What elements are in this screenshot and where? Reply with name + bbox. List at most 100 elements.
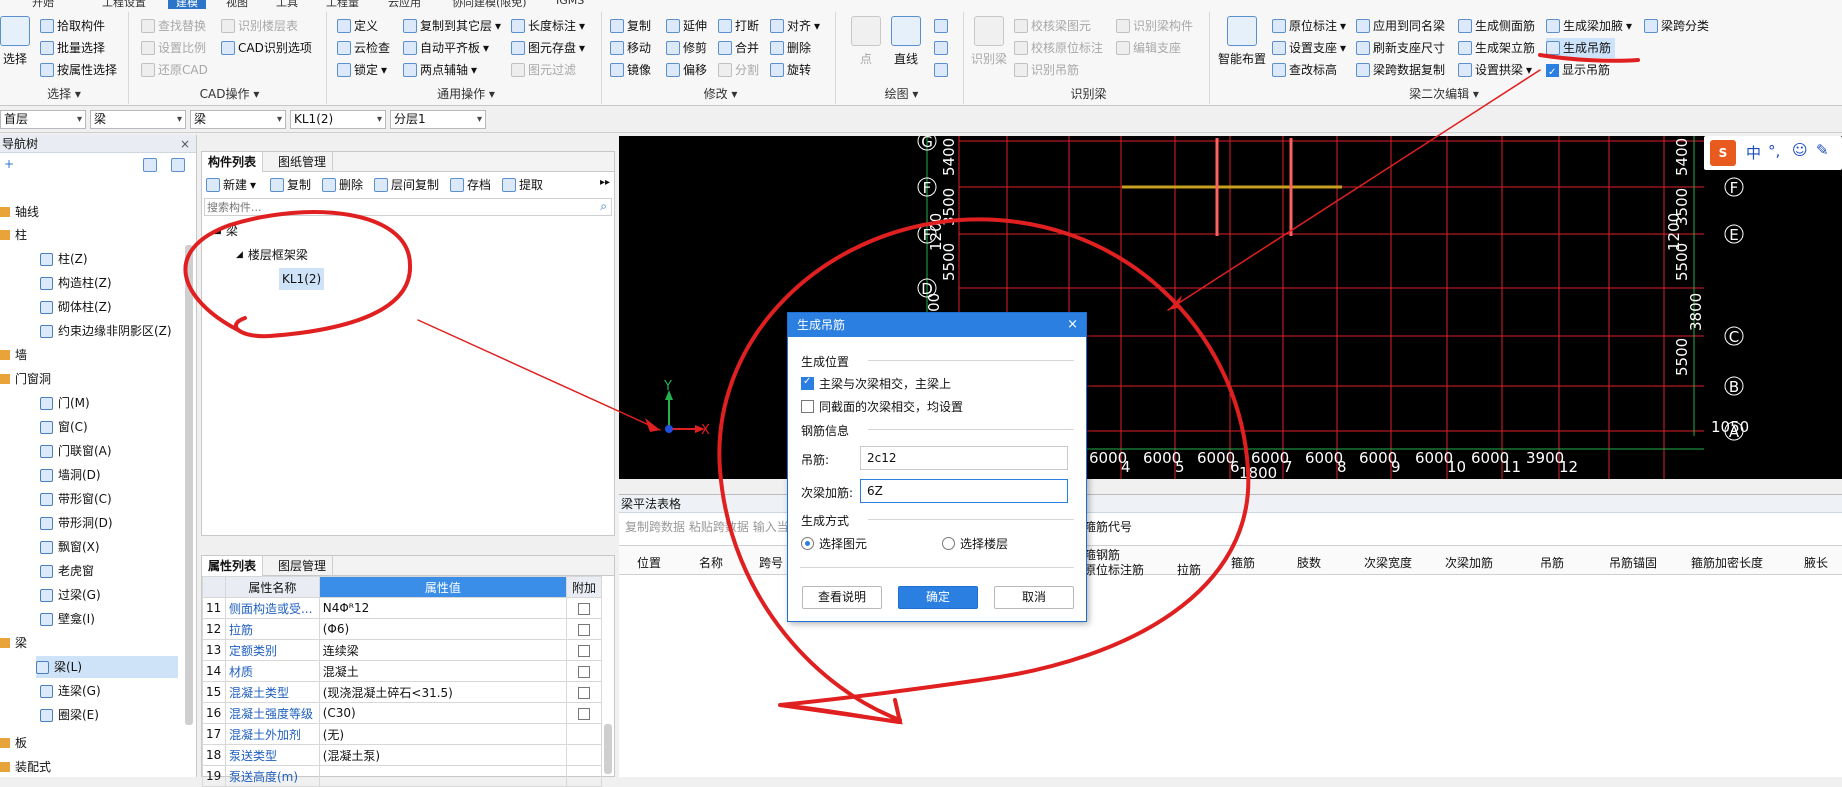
select-by-property-button[interactable]: 按属性选择 xyxy=(40,60,117,80)
arc-button[interactable] xyxy=(934,16,948,36)
tab-quantity[interactable]: 工程量 xyxy=(326,0,359,9)
attach-checkbox[interactable] xyxy=(577,644,590,657)
offset-button[interactable]: 偏移 xyxy=(666,60,707,80)
checkbox-main-secondary[interactable]: 主梁与次梁相交，主梁上 xyxy=(801,375,951,392)
generate-haunch-button[interactable]: 生成梁加腋 ▾ xyxy=(1546,16,1632,36)
point-button[interactable]: 点 xyxy=(848,16,884,67)
nav-item-strip-window[interactable]: 带形窗(C) xyxy=(40,488,112,510)
nav-group-prefab[interactable]: 装配式 xyxy=(0,756,51,778)
attach-checkbox[interactable] xyxy=(577,665,590,678)
element-filter-button[interactable]: 图元过滤 xyxy=(511,60,576,80)
set-support-button[interactable]: 设置支座 ▾ xyxy=(1272,38,1346,58)
pick-component-button[interactable]: 拾取构件 xyxy=(40,16,105,36)
attach-checkbox[interactable] xyxy=(577,707,590,720)
tab-project-settings[interactable]: 工程设置 xyxy=(102,0,146,9)
nav-item-boundary-zone[interactable]: 约束边缘非阴影区(Z) xyxy=(40,320,172,342)
two-point-axis-button[interactable]: 两点辅轴 ▾ xyxy=(403,60,477,80)
copy-to-other-floor-button[interactable]: 复制到其它层 ▾ xyxy=(403,16,501,36)
tab-start[interactable]: 开始 xyxy=(32,0,54,9)
archive-button[interactable]: 存档 xyxy=(450,175,491,195)
attach-checkbox[interactable] xyxy=(577,686,590,699)
attach-checkbox[interactable] xyxy=(577,623,590,636)
tab-property-list[interactable]: 属性列表 xyxy=(202,556,264,576)
tree-node-beam[interactable]: ◢ 梁 xyxy=(214,220,238,242)
punctuation-icon[interactable]: °, xyxy=(1768,142,1780,160)
trim-button[interactable]: 修剪 xyxy=(666,38,707,58)
view-help-button[interactable]: 查看说明 xyxy=(802,586,882,609)
generate-side-rebar-button[interactable]: 生成侧面筋 xyxy=(1458,16,1535,36)
nav-item-door-window[interactable]: 门联窗(A) xyxy=(40,440,112,462)
circle-button[interactable] xyxy=(934,38,948,58)
nav-group-axis[interactable]: 轴线 xyxy=(0,201,39,223)
save-element-button[interactable]: 图元存盘 ▾ xyxy=(511,38,585,58)
tab-view[interactable]: 视图 xyxy=(226,0,248,9)
set-scale-button[interactable]: 设置比例 xyxy=(141,38,206,58)
batch-select-button[interactable]: 批量选择 xyxy=(40,38,105,58)
nav-item-masonry-column[interactable]: 砌体柱(Z) xyxy=(40,296,112,318)
category-select[interactable]: 梁 xyxy=(90,110,186,129)
radio-select-floor[interactable]: 选择楼层 xyxy=(942,535,1008,552)
nav-scrollbar[interactable] xyxy=(185,245,193,725)
copy-component-button[interactable]: 复制 xyxy=(270,175,311,195)
recognize-hanger-button[interactable]: 识别吊筋 xyxy=(1014,60,1079,80)
nav-group-column[interactable]: 柱 xyxy=(0,224,27,246)
type-select[interactable]: 梁 xyxy=(190,110,286,129)
tab-layer-mgmt[interactable]: 图层管理 xyxy=(272,556,334,576)
nav-item-dormer[interactable]: 老虎窗 xyxy=(40,560,94,582)
show-hanger-toggle[interactable]: 显示吊筋 xyxy=(1546,60,1610,83)
tab-modeling[interactable]: 建模 xyxy=(168,0,206,9)
copy-button[interactable]: 复制 xyxy=(610,16,651,36)
split-button[interactable]: 分割 xyxy=(718,60,759,80)
nav-item-ring-beam[interactable]: 圈梁(E) xyxy=(40,704,99,726)
checkbox-same-section[interactable]: 同截面的次梁相交，均设置 xyxy=(801,398,963,415)
copy-span-data-button[interactable]: 复制跨数据 xyxy=(625,520,685,534)
tab-tools[interactable]: 工具 xyxy=(276,0,298,9)
delete-component-button[interactable]: 删除 xyxy=(322,175,363,195)
check-elevation-button[interactable]: 查改标高 xyxy=(1272,60,1337,80)
floor-select[interactable]: 首层 xyxy=(0,110,86,129)
nav-item-lintel[interactable]: 过梁(G) xyxy=(40,584,101,606)
generate-erection-rebar-button[interactable]: 生成架立筋 xyxy=(1458,38,1535,58)
restore-cad-button[interactable]: 还原CAD xyxy=(141,60,208,80)
select-button[interactable]: 选择 xyxy=(0,16,30,67)
mirror-button[interactable]: 镜像 xyxy=(610,60,651,80)
nav-item-door[interactable]: 门(M) xyxy=(40,392,90,414)
close-icon[interactable]: × xyxy=(180,135,190,153)
recognize-floor-table-button[interactable]: 识别楼层表 xyxy=(221,16,298,36)
tab-component-list[interactable]: 构件列表 xyxy=(202,152,264,172)
component-select[interactable]: KL1(2) xyxy=(290,110,386,129)
hanger-input[interactable]: 2c12 xyxy=(860,446,1068,470)
tab-drawing-mgmt[interactable]: 图纸管理 xyxy=(272,152,334,172)
nav-item-column[interactable]: 柱(Z) xyxy=(40,248,88,270)
tab-igms[interactable]: IGMS xyxy=(556,0,584,9)
smart-layout-button[interactable]: 智能布置 xyxy=(1216,16,1268,67)
sub-beam-rebar-input[interactable]: 6Z xyxy=(860,479,1068,503)
close-icon[interactable]: × xyxy=(1067,313,1078,337)
break-button[interactable]: 打断 xyxy=(718,16,759,36)
nav-item-window[interactable]: 窗(C) xyxy=(40,416,88,438)
nav-item-strip-hole[interactable]: 带形洞(D) xyxy=(40,512,113,534)
attach-checkbox[interactable] xyxy=(577,602,590,615)
nav-item-structural-column[interactable]: 构造柱(Z) xyxy=(40,272,112,294)
span-classify-button[interactable]: 梁跨分类 xyxy=(1644,16,1709,36)
apply-same-name-button[interactable]: 应用到同名梁 xyxy=(1356,16,1445,36)
component-search-input[interactable] xyxy=(205,199,575,215)
ime-toolbar[interactable]: S 中 °, ☺ ✎ xyxy=(1704,136,1842,170)
check-annotation-button[interactable]: 校核原位标注 xyxy=(1014,38,1103,58)
cloud-check-button[interactable]: 云检查 xyxy=(337,38,390,58)
line-button[interactable]: 直线 xyxy=(888,16,924,67)
move-button[interactable]: 移动 xyxy=(610,38,651,58)
nav-group-slab[interactable]: 板 xyxy=(0,732,27,754)
nav-item-niche[interactable]: 壁龛(I) xyxy=(40,608,95,630)
recognize-beam-button[interactable]: 识别梁 xyxy=(968,16,1010,67)
radio-select-element[interactable]: 选择图元 xyxy=(801,535,867,552)
tab-cloud[interactable]: 云应用 xyxy=(388,0,421,9)
floor-copy-button[interactable]: 层间复制 xyxy=(374,175,439,195)
delete-button[interactable]: 删除 xyxy=(770,38,811,58)
nav-item-beam[interactable]: 梁(L) xyxy=(36,656,178,678)
recognize-beam-component-button[interactable]: 识别梁构件 xyxy=(1116,16,1193,36)
cad-options-button[interactable]: CAD识别选项 xyxy=(221,38,312,58)
plus-icon[interactable]: + xyxy=(4,157,14,171)
emoji-icon[interactable]: ☺ xyxy=(1792,141,1808,159)
tree-node-floor-frame-beam[interactable]: ◢ 楼层框架梁 xyxy=(236,244,308,266)
